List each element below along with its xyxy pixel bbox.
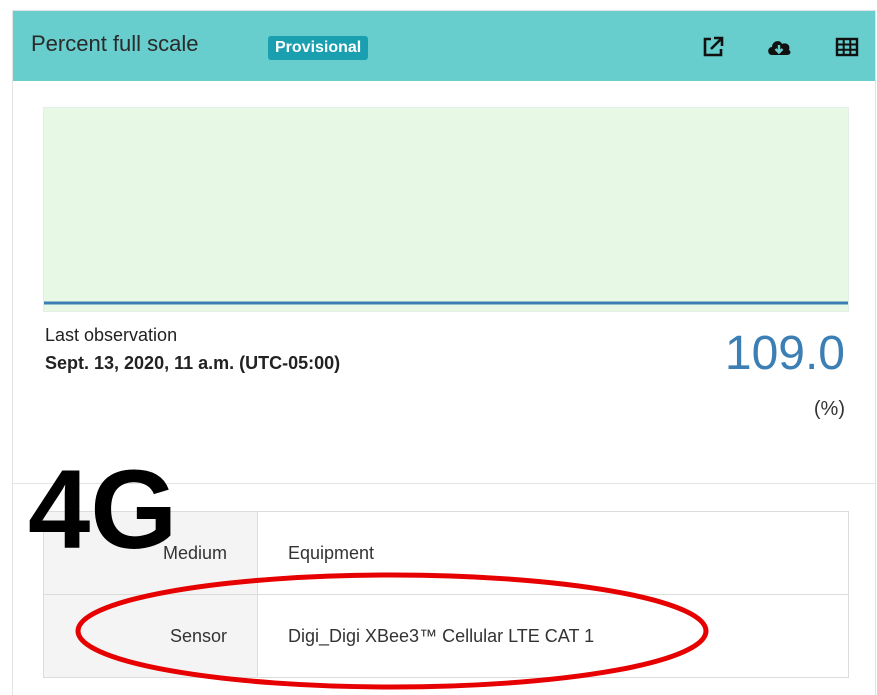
observation-value: 109.0 [724, 327, 845, 380]
card-header: Percent full scale Provisional [13, 11, 875, 81]
sparkline-svg [44, 301, 848, 305]
last-observation-date: Sept. 13, 2020, 11 a.m. (UTC-05:00) [45, 353, 341, 373]
provisional-badge: Provisional [268, 36, 369, 60]
card-title: Percent full scale [31, 31, 199, 56]
last-observation-label: Last observation [45, 325, 178, 345]
sparkline-chart [43, 107, 849, 312]
cloud-download-icon[interactable] [766, 35, 791, 59]
overlay-4g-label: 4G [28, 447, 178, 572]
external-link-icon[interactable] [701, 35, 725, 59]
observation-unit: (%) [813, 398, 845, 420]
highlight-ellipse [75, 572, 709, 690]
table-icon[interactable] [835, 35, 859, 59]
